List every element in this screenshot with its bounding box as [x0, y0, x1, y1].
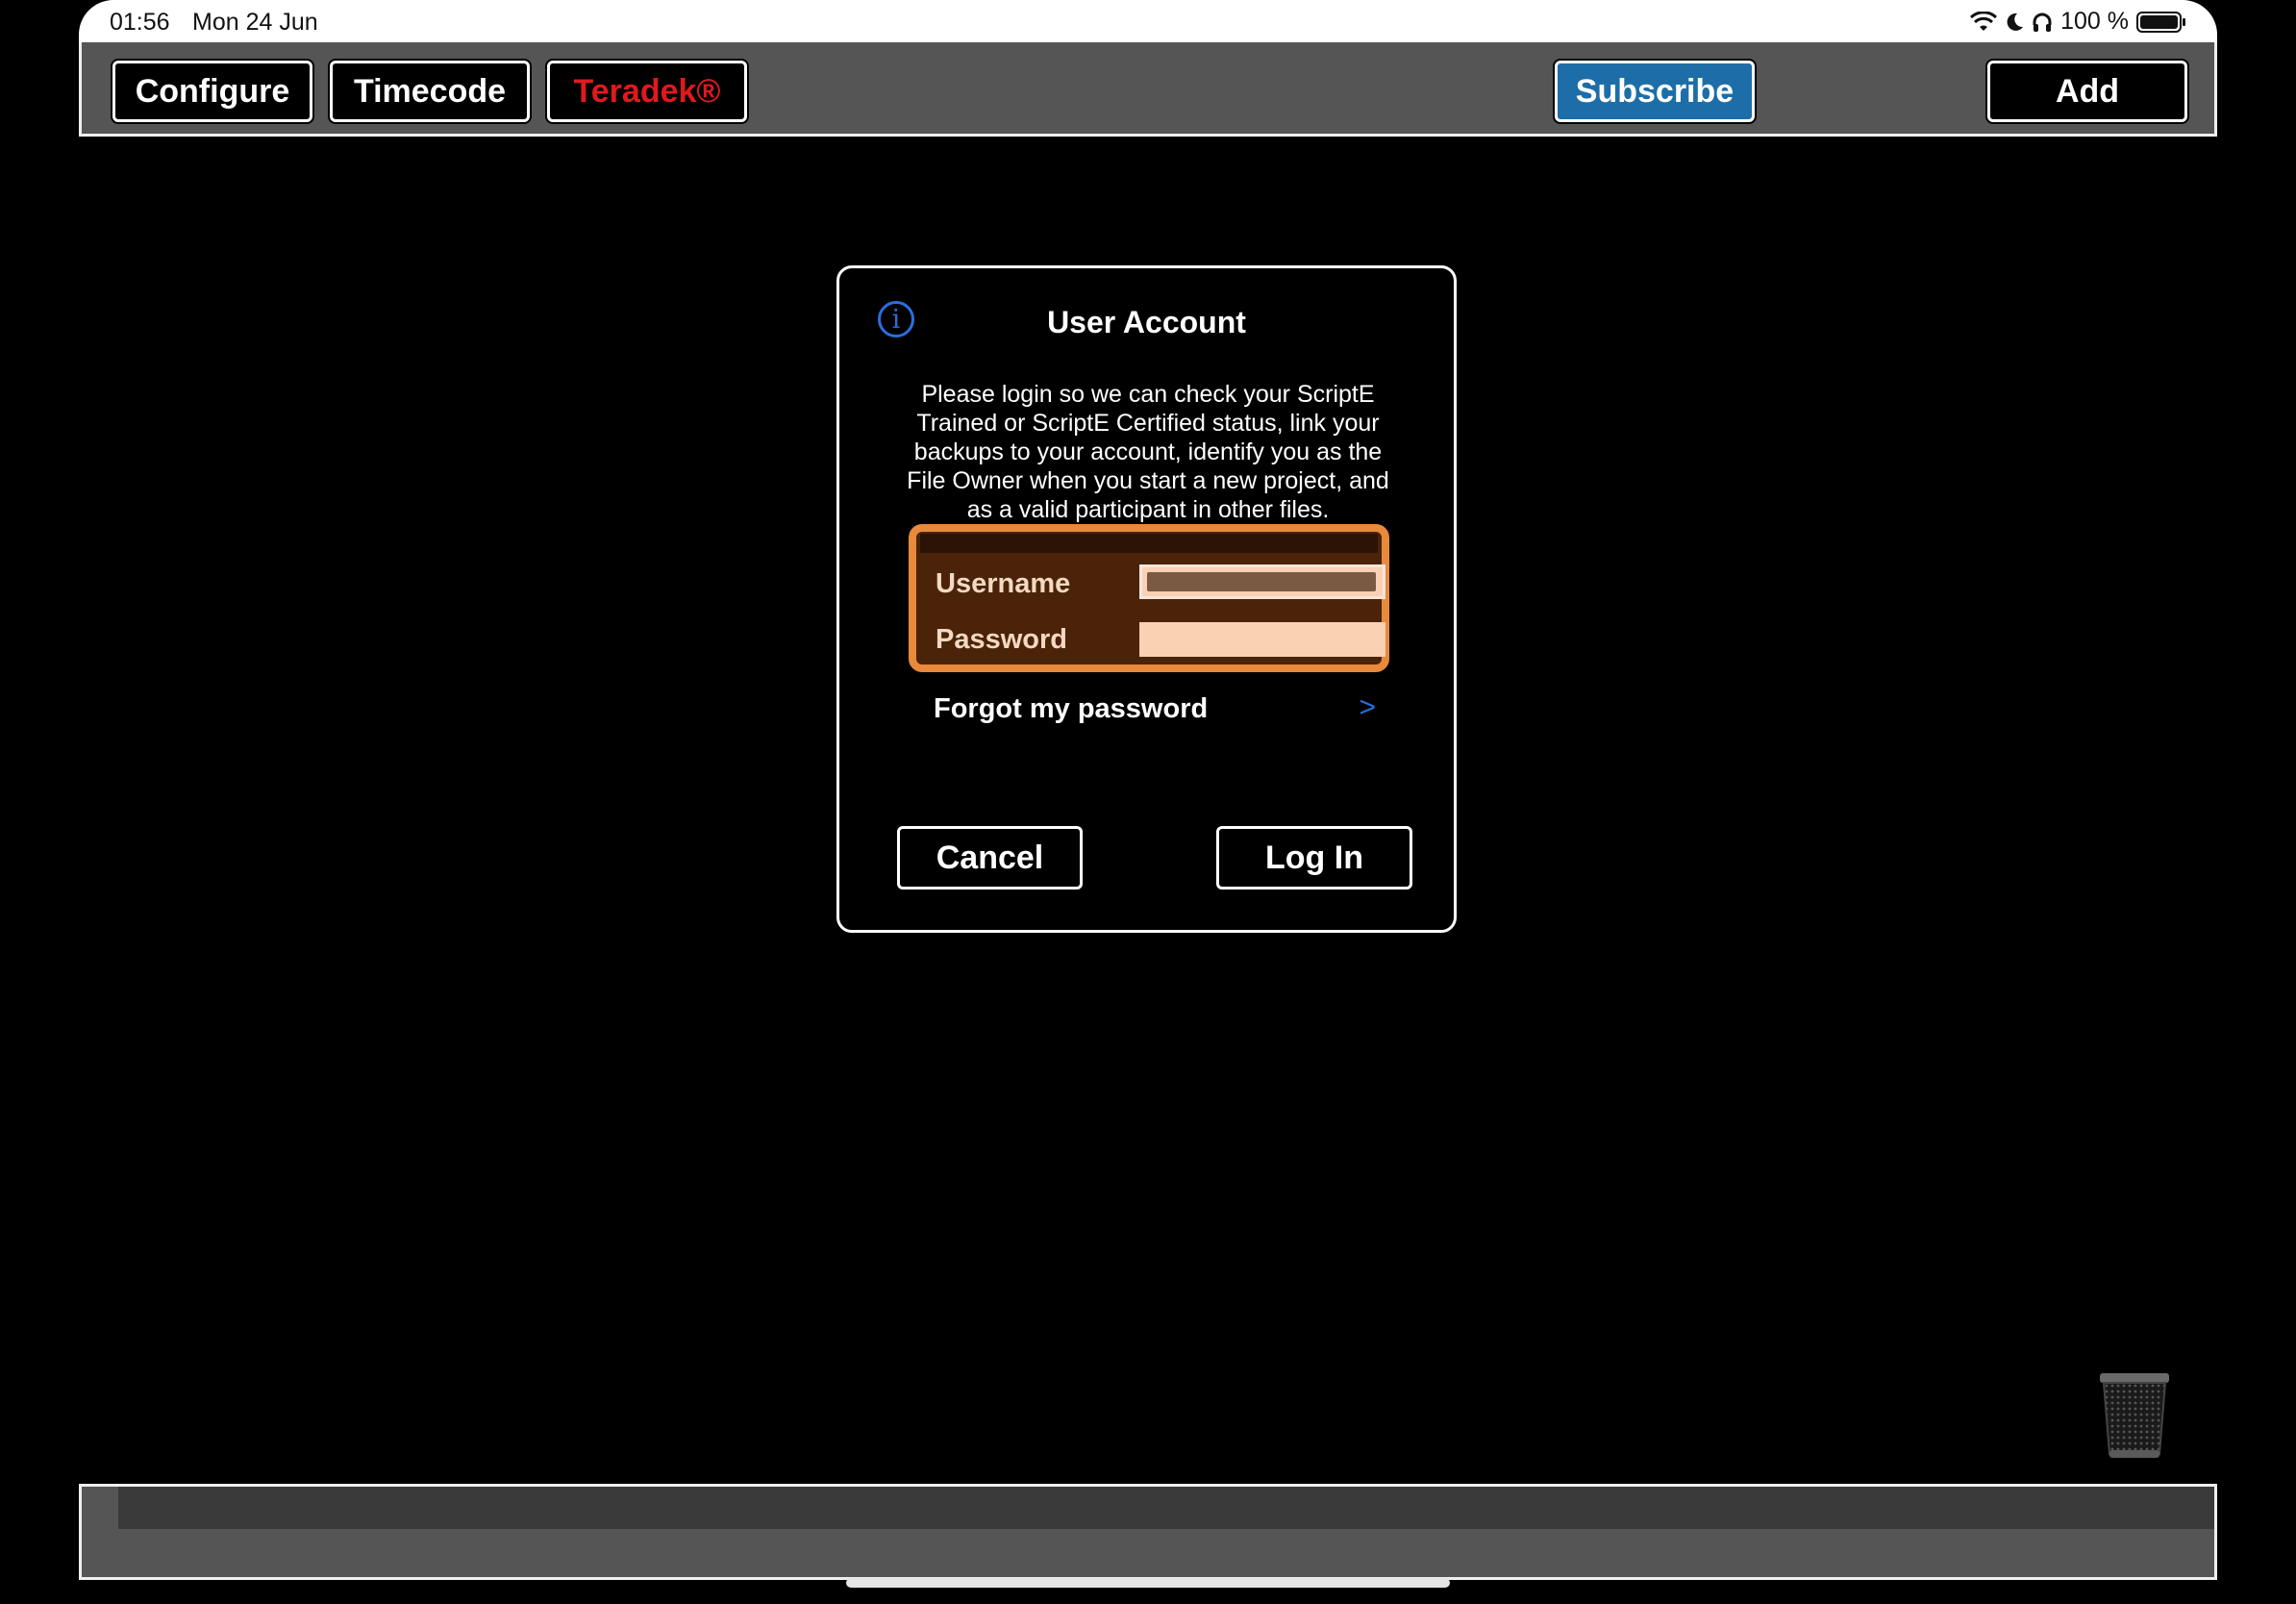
login-form: Username Password: [909, 524, 1389, 672]
dialog-message: Please login so we can check your Script…: [907, 381, 1389, 523]
login-form-header: [920, 534, 1378, 553]
battery-icon: [2136, 11, 2185, 33]
status-icons: 100 %: [1970, 8, 2186, 36]
username-redacted-value: [1147, 572, 1376, 591]
moon-icon: [2007, 13, 2024, 31]
bottom-bar: [79, 1484, 2217, 1580]
chevron-right-icon: >: [1359, 691, 1376, 723]
headphones-icon: [2033, 13, 2052, 32]
status-bar: 01:56 Mon 24 Jun 100 %: [79, 0, 2217, 42]
password-field[interactable]: [1139, 622, 1385, 657]
forgot-password-link[interactable]: Forgot my password >: [934, 691, 1376, 730]
login-button[interactable]: Log In: [1216, 826, 1412, 890]
subscribe-button[interactable]: Subscribe: [1555, 61, 1755, 122]
password-label: Password: [936, 624, 1067, 655]
top-toolbar: Configure Timecode Teradek® Subscribe Ad…: [79, 42, 2217, 137]
trash-icon[interactable]: [2098, 1371, 2171, 1460]
timecode-button[interactable]: Timecode: [330, 61, 530, 122]
add-button[interactable]: Add: [1987, 61, 2187, 122]
home-indicator[interactable]: [846, 1578, 1450, 1588]
status-time: 01:56: [110, 9, 170, 36]
battery-percentage: 100 %: [2060, 8, 2129, 35]
dialog-title: User Account: [1047, 305, 1246, 339]
forgot-password-label: Forgot my password: [934, 693, 1209, 724]
username-label: Username: [936, 568, 1071, 599]
cancel-button[interactable]: Cancel: [897, 826, 1083, 890]
bottom-bar-track: [118, 1487, 2214, 1529]
user-account-dialog: i User Account Please login so we can ch…: [836, 265, 1457, 933]
teradek-button[interactable]: Teradek®: [547, 61, 747, 122]
status-date: Mon 24 Jun: [192, 9, 318, 36]
configure-button[interactable]: Configure: [112, 61, 312, 122]
wifi-icon: [1970, 11, 1998, 31]
